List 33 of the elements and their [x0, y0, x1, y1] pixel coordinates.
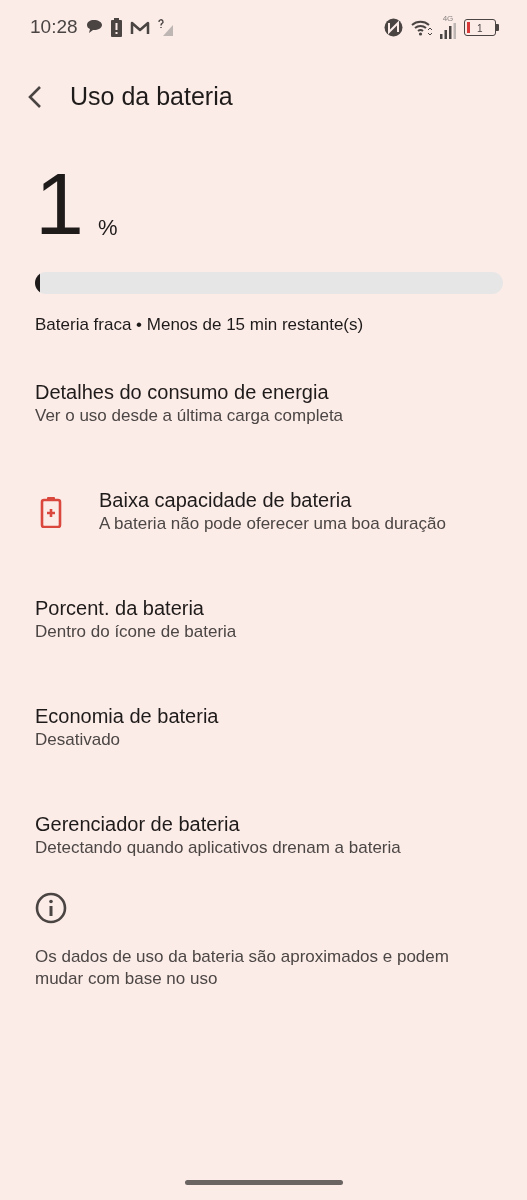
item-subtitle: Ver o uso desde a última carga completa [35, 405, 344, 428]
settings-item[interactable]: Porcent. da bateria Dentro do ícone de bateria [0, 565, 527, 674]
item-subtitle: A bateria não pode oferecer uma boa duração [99, 513, 446, 536]
battery-percentage: 1 [35, 160, 84, 248]
back-icon[interactable] [28, 85, 42, 109]
mail-icon [129, 19, 150, 35]
item-title: Baixa capacidade de bateria [99, 488, 353, 514]
message-icon [85, 19, 103, 35]
item-title: Porcent. da bateria [35, 596, 205, 622]
wifi-icon [411, 18, 432, 36]
network-type-label: 4G [442, 15, 454, 23]
battery-status: Bateria fraca • Menos de 15 min restante(s) [35, 314, 365, 336]
percent-unit: % [97, 214, 118, 242]
settings-item[interactable]: Baixa capacidade de bateria A bateria não pode oferecer uma boa duração [0, 457, 527, 566]
info-icon [35, 891, 67, 924]
item-subtitle: Desativado [35, 729, 122, 752]
no-signal-icon [157, 18, 174, 36]
status-time: 10:28 [30, 14, 78, 39]
settings-item[interactable]: Economia de bateria Desativado [0, 673, 527, 782]
nfc-icon [384, 17, 403, 37]
battery-warning-icon [40, 495, 62, 528]
footer-note: Os dados de uso da bateria são aproximados e podem mudar com base no uso [34, 945, 450, 991]
page-title: Uso da bateria [70, 81, 233, 113]
item-title: Economia de bateria [35, 704, 219, 730]
signal-icon [440, 23, 456, 39]
item-subtitle: Detectando quando aplicativos drenam a bateria [35, 837, 401, 860]
settings-item[interactable]: Detalhes do consumo de energia Ver o uso desde a última carga completa [0, 349, 527, 458]
battery-alert-icon [110, 17, 122, 37]
settings-item[interactable]: Gerenciador de bateria Detectando quando aplicativos drenam a bateria [0, 781, 527, 890]
item-title: Detalhes do consumo de energia [35, 380, 330, 406]
item-title: Gerenciador de bateria [35, 812, 241, 838]
battery-percent: 1 [477, 21, 483, 36]
item-subtitle: Dentro do ícone de bateria [35, 621, 237, 644]
